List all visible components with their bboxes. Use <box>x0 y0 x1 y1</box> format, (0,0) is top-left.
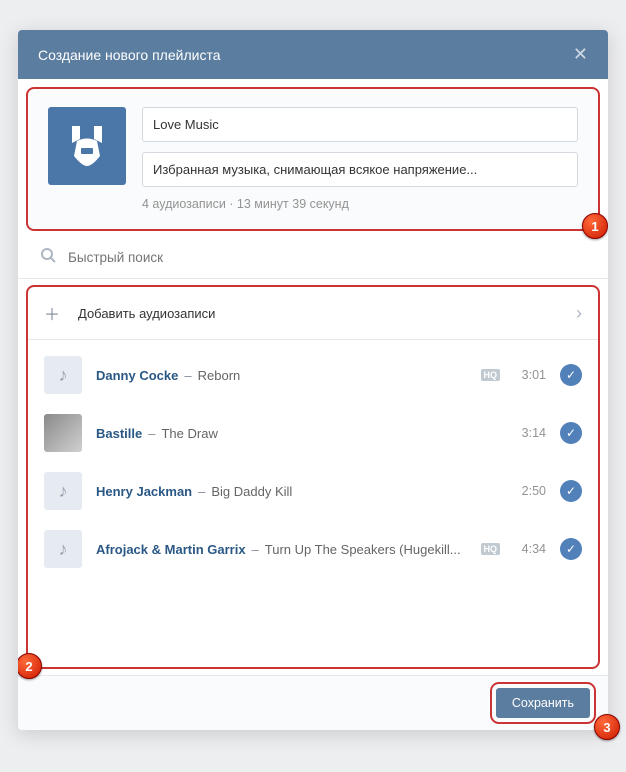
track-title: Turn Up The Speakers (Hugekill... <box>265 542 461 557</box>
track-title: Reborn <box>198 368 241 383</box>
track-row[interactable]: Bastille – The Draw 3:14 ✓ <box>28 404 598 462</box>
track-artist[interactable]: Afrojack & Martin Garrix <box>96 542 246 557</box>
tracks-list: ♪Danny Cocke – RebornHQ3:01✓Bastille – T… <box>28 340 598 584</box>
playlist-cover[interactable] <box>48 107 126 185</box>
dash: – <box>252 542 259 557</box>
plus-icon: ＋ <box>44 301 64 325</box>
track-artist[interactable]: Danny Cocke <box>96 368 178 383</box>
track-row[interactable]: ♪ Henry Jackman – Big Daddy Kill 2:50 ✓ <box>28 462 598 520</box>
track-info: Bastille – The Draw <box>96 426 500 441</box>
add-label: Добавить аудиозаписи <box>78 306 562 321</box>
track-title: Big Daddy Kill <box>211 484 292 499</box>
track-check[interactable]: ✓ <box>560 538 582 560</box>
playlist-name-input[interactable] <box>142 107 578 142</box>
track-artist[interactable]: Henry Jackman <box>96 484 192 499</box>
save-button[interactable]: Сохранить <box>496 688 590 718</box>
search-input[interactable] <box>68 250 586 265</box>
track-row[interactable]: ♪ Danny Cocke – Reborn HQ 3:01 ✓ <box>28 346 598 404</box>
hq-badge: HQ <box>481 369 501 381</box>
annotation-1: 1 <box>582 213 608 239</box>
search-row <box>18 237 608 279</box>
modal-title: Создание нового плейлиста <box>38 47 220 63</box>
track-cover[interactable] <box>44 414 82 452</box>
modal-header: Создание нового плейлиста ✕ <box>18 30 608 79</box>
track-duration: 4:34 <box>514 542 546 556</box>
annotation-3: 3 <box>594 714 620 740</box>
create-playlist-modal: Создание нового плейлиста ✕ 4 аудиозапис… <box>18 30 608 730</box>
form-row <box>48 107 578 187</box>
close-icon[interactable]: ✕ <box>573 44 588 65</box>
hq-badge: HQ <box>481 543 501 555</box>
track-duration: 2:50 <box>514 484 546 498</box>
track-check[interactable]: ✓ <box>560 480 582 502</box>
dog-mask-icon <box>62 121 112 171</box>
track-info: Henry Jackman – Big Daddy Kill <box>96 484 500 499</box>
add-tracks-button[interactable]: ＋ Добавить аудиозаписи › <box>28 287 598 340</box>
music-note-icon: ♪ <box>59 539 68 560</box>
track-cover[interactable]: ♪ <box>44 472 82 510</box>
track-duration: 3:14 <box>514 426 546 440</box>
playlist-form-section: 4 аудиозаписи · 13 минут 39 секунд 1 <box>26 87 600 231</box>
chevron-right-icon: › <box>576 303 582 324</box>
track-row[interactable]: ♪ Afrojack & Martin Garrix – Turn Up The … <box>28 520 598 578</box>
playlist-meta: 4 аудиозаписи · 13 минут 39 секунд <box>142 197 578 211</box>
track-cover[interactable]: ♪ <box>44 530 82 568</box>
form-inputs <box>142 107 578 187</box>
tracks-section: ＋ Добавить аудиозаписи › ♪ Danny Cocke – … <box>26 285 600 669</box>
track-title: The Draw <box>161 426 217 441</box>
dash: – <box>198 484 205 499</box>
music-note-icon: ♪ <box>59 365 68 386</box>
dash: – <box>148 426 155 441</box>
track-check[interactable]: ✓ <box>560 422 582 444</box>
search-icon <box>40 247 56 268</box>
track-check[interactable]: ✓ <box>560 364 582 386</box>
track-artist[interactable]: Bastille <box>96 426 142 441</box>
dash: – <box>184 368 191 383</box>
track-duration: 3:01 <box>514 368 546 382</box>
track-info: Afrojack & Martin Garrix – Turn Up The S… <box>96 542 467 557</box>
music-note-icon: ♪ <box>59 481 68 502</box>
playlist-desc-input[interactable] <box>142 152 578 187</box>
track-info: Danny Cocke – Reborn <box>96 368 467 383</box>
modal-footer: Сохранить <box>18 675 608 730</box>
track-cover[interactable]: ♪ <box>44 356 82 394</box>
